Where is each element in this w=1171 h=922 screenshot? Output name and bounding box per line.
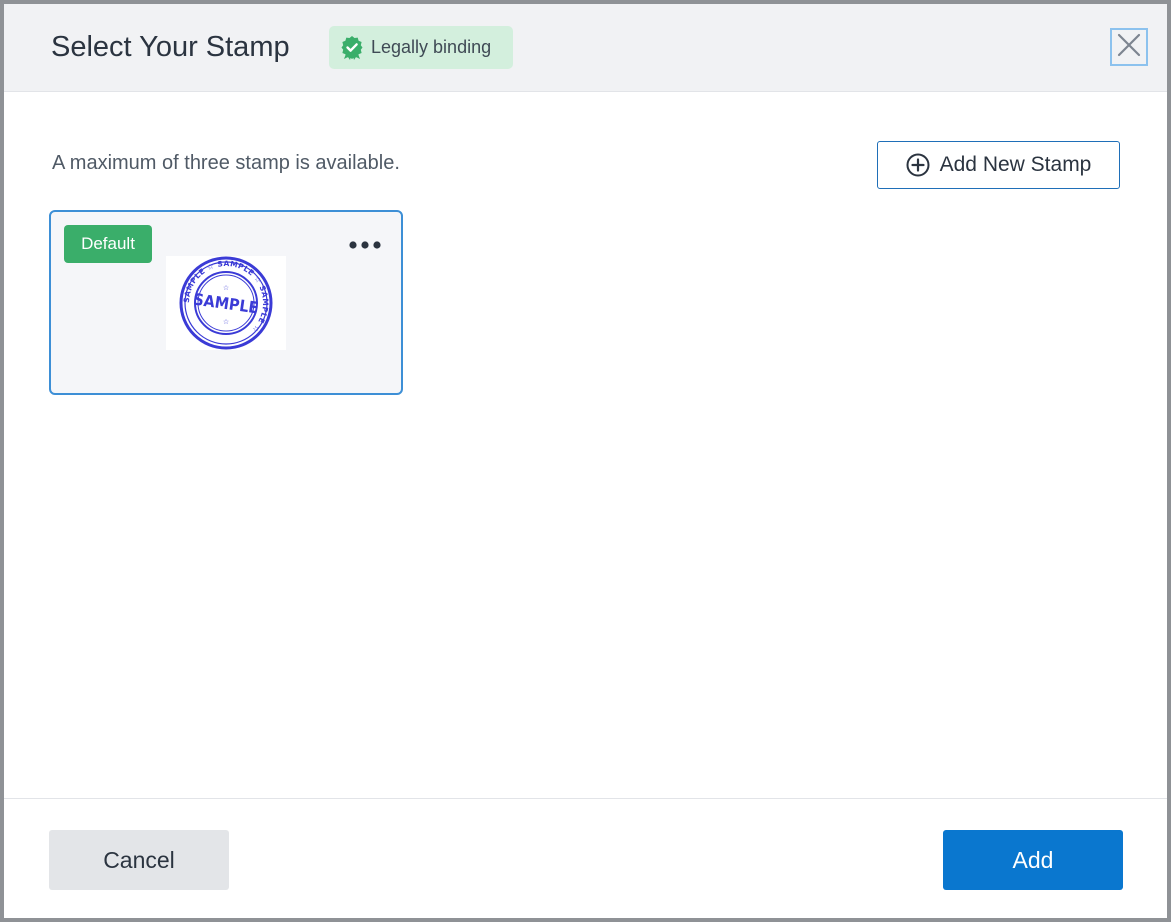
stamp-text: SAMPLE — [192, 290, 259, 318]
default-tag: Default — [64, 225, 152, 263]
stamp-limit-text: A maximum of three stamp is available. — [52, 152, 400, 174]
stamp-image: SAMPLE ☆ SAMPLE ☆ SAMPLE ☆ ☆ ☆ SAMPLE — [166, 256, 286, 350]
cancel-button[interactable]: Cancel — [49, 830, 229, 890]
plus-circle-icon — [906, 153, 930, 177]
add-button[interactable]: Add — [943, 830, 1123, 890]
more-horizontal-icon — [348, 237, 382, 255]
dialog-title: Select Your Stamp — [51, 31, 290, 63]
legally-binding-badge: Legally binding — [329, 26, 513, 69]
add-new-stamp-label: Add New Stamp — [939, 153, 1092, 176]
stamp-menu-button[interactable] — [345, 234, 385, 258]
legally-binding-label: Legally binding — [371, 37, 492, 57]
select-stamp-dialog: Select Your Stamp Legally binding A maxi… — [4, 4, 1167, 918]
svg-text:☆: ☆ — [223, 284, 229, 292]
add-new-stamp-button[interactable]: Add New Stamp — [877, 141, 1120, 189]
close-button[interactable] — [1110, 28, 1148, 66]
stamp-card[interactable]: Default SAMPLE ☆ SAMPLE ☆ SAMPLE ☆ ☆ ☆ S… — [49, 210, 403, 395]
verified-badge-icon — [341, 35, 363, 60]
close-icon — [1117, 33, 1141, 62]
dialog-header: Select Your Stamp Legally binding — [4, 4, 1167, 92]
dialog-footer: Cancel Add — [4, 798, 1167, 918]
svg-text:☆: ☆ — [223, 318, 229, 326]
